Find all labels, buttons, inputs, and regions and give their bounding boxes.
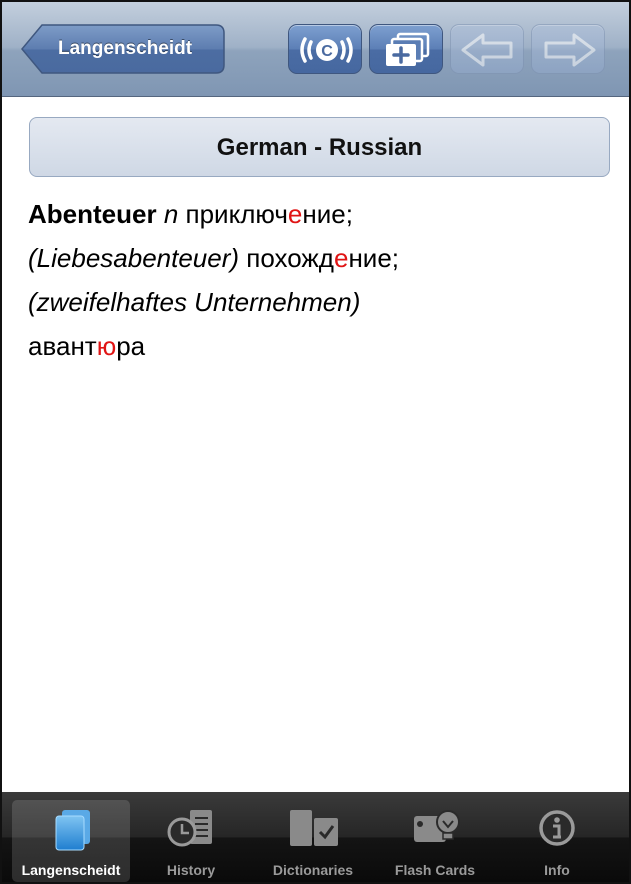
tab-label: History [166, 862, 216, 878]
tab-history[interactable]: History [132, 800, 250, 882]
stress-mark: ю [96, 331, 117, 361]
add-flashcard-icon [386, 32, 430, 66]
stress-mark: е [333, 243, 349, 273]
tab-dictionaries[interactable]: Dictionaries [254, 800, 372, 882]
book-icon [55, 810, 90, 851]
speaker-button[interactable]: C [288, 24, 362, 74]
navigation-bar: Langenscheidt C [2, 2, 629, 97]
back-button-label: Langenscheidt [58, 38, 193, 59]
translation-2: похождение; [246, 243, 400, 273]
clock-list-icon [167, 810, 212, 847]
stress-mark: е [287, 199, 303, 229]
tab-flash-cards[interactable]: Flash Cards [376, 800, 494, 882]
tab-label: Info [544, 862, 570, 878]
tab-label: Flash Cards [394, 862, 476, 878]
tab-label: Dictionaries [272, 862, 354, 878]
speaker-icon: C [300, 37, 353, 63]
tab-label: Langenscheidt [21, 862, 121, 878]
dictionary-direction-header: German - Russian [29, 117, 610, 177]
translation-1: приключение; [185, 199, 353, 229]
headword: Abenteuer [28, 199, 157, 229]
dictionaries-icon [290, 810, 338, 846]
usage-gloss-2: (zweifelhaftes Unternehmen) [28, 287, 361, 317]
svg-text:C: C [321, 43, 333, 60]
add-flashcard-button[interactable] [369, 24, 443, 74]
usage-gloss-1: (Liebesabenteuer) [28, 243, 240, 273]
dictionary-entry: Abenteuer n приключение; (Liebesabenteue… [28, 192, 613, 368]
tab-langenscheidt[interactable]: Langenscheidt [12, 800, 130, 882]
flash-cards-icon [414, 810, 460, 842]
back-button[interactable]: Langenscheidt [20, 24, 225, 74]
forward-arrow-icon [544, 33, 596, 67]
app-window: Langenscheidt C German - Russian Abenteu… [0, 0, 631, 884]
translation-3: авантюра [28, 331, 146, 361]
info-icon [539, 810, 575, 846]
next-button[interactable] [531, 24, 605, 74]
previous-button[interactable] [450, 24, 524, 74]
grammatical-gender: n [163, 199, 179, 229]
back-arrow-icon [461, 33, 513, 67]
tab-bar: Langenscheidt History Dictionaries Flash… [2, 792, 629, 882]
dictionary-direction-title: German - Russian [216, 134, 423, 161]
tab-info[interactable]: Info [498, 800, 616, 882]
